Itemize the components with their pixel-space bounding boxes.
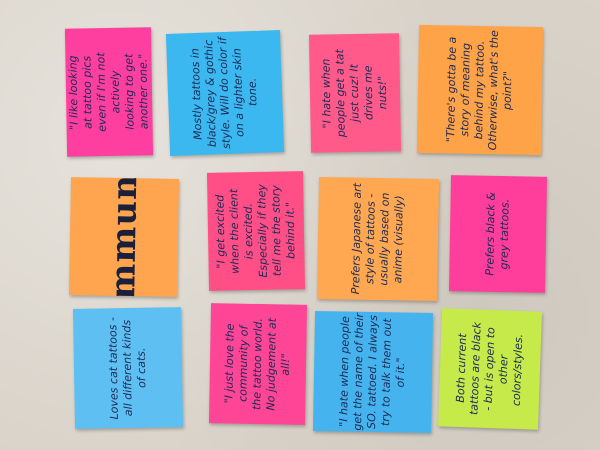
sticky-note-cat-tattoos: Loves cat tattoos - all different kinds …: [72, 307, 184, 429]
note-text: "I like looking at tattoo pics even if I…: [66, 52, 151, 132]
sticky-note-community-header: Community: [68, 177, 180, 297]
sticky-note-tattoo-pics: "I like looking at tattoo pics even if I…: [64, 27, 154, 157]
note-text: Both current tattoos are black - but is …: [453, 321, 526, 416]
note-text: "I hate when people get the name of thei…: [337, 312, 408, 431]
sticky-note-gothic-style: Mostly tattoos in black/grey & gothic st…: [165, 30, 285, 156]
note-text: "I get excited when the client is excite…: [213, 184, 298, 278]
sticky-note-black-grey: Prefers black & grey tattoos.: [448, 175, 548, 293]
note-text: "There's gotta be a story of meaning beh…: [444, 30, 515, 151]
sticky-note-story-meaning: "There's gotta be a story of meaning beh…: [416, 24, 544, 156]
note-text: "I just love the community of the tattoo…: [222, 317, 293, 411]
community-title: Community: [102, 177, 146, 297]
sticky-note-tattoo-community: "I just love the community of the tattoo…: [208, 303, 308, 425]
note-text: Prefers black & grey tattoos.: [483, 191, 512, 276]
sticky-note-so-name: "I hate when people get the name of thei…: [312, 310, 434, 434]
note-text: Prefers Japanese art style of tattoos - …: [349, 182, 406, 295]
note-text: Loves cat tattoos - all different kinds …: [106, 316, 149, 420]
note-text: Mostly tattoos in black/grey & gothic st…: [188, 37, 260, 150]
note-text: "I hate when people get a tat just cuz! …: [319, 49, 390, 138]
sticky-note-current-tattoos: Both current tattoos are black - but is …: [437, 308, 543, 430]
sticky-note-tat-just-cuz: "I hate when people get a tat just cuz! …: [308, 33, 402, 153]
sticky-note-japanese-style: Prefers Japanese art style of tattoos - …: [316, 176, 440, 302]
sticky-note-client-excited: "I get excited when the client is excite…: [206, 171, 306, 291]
